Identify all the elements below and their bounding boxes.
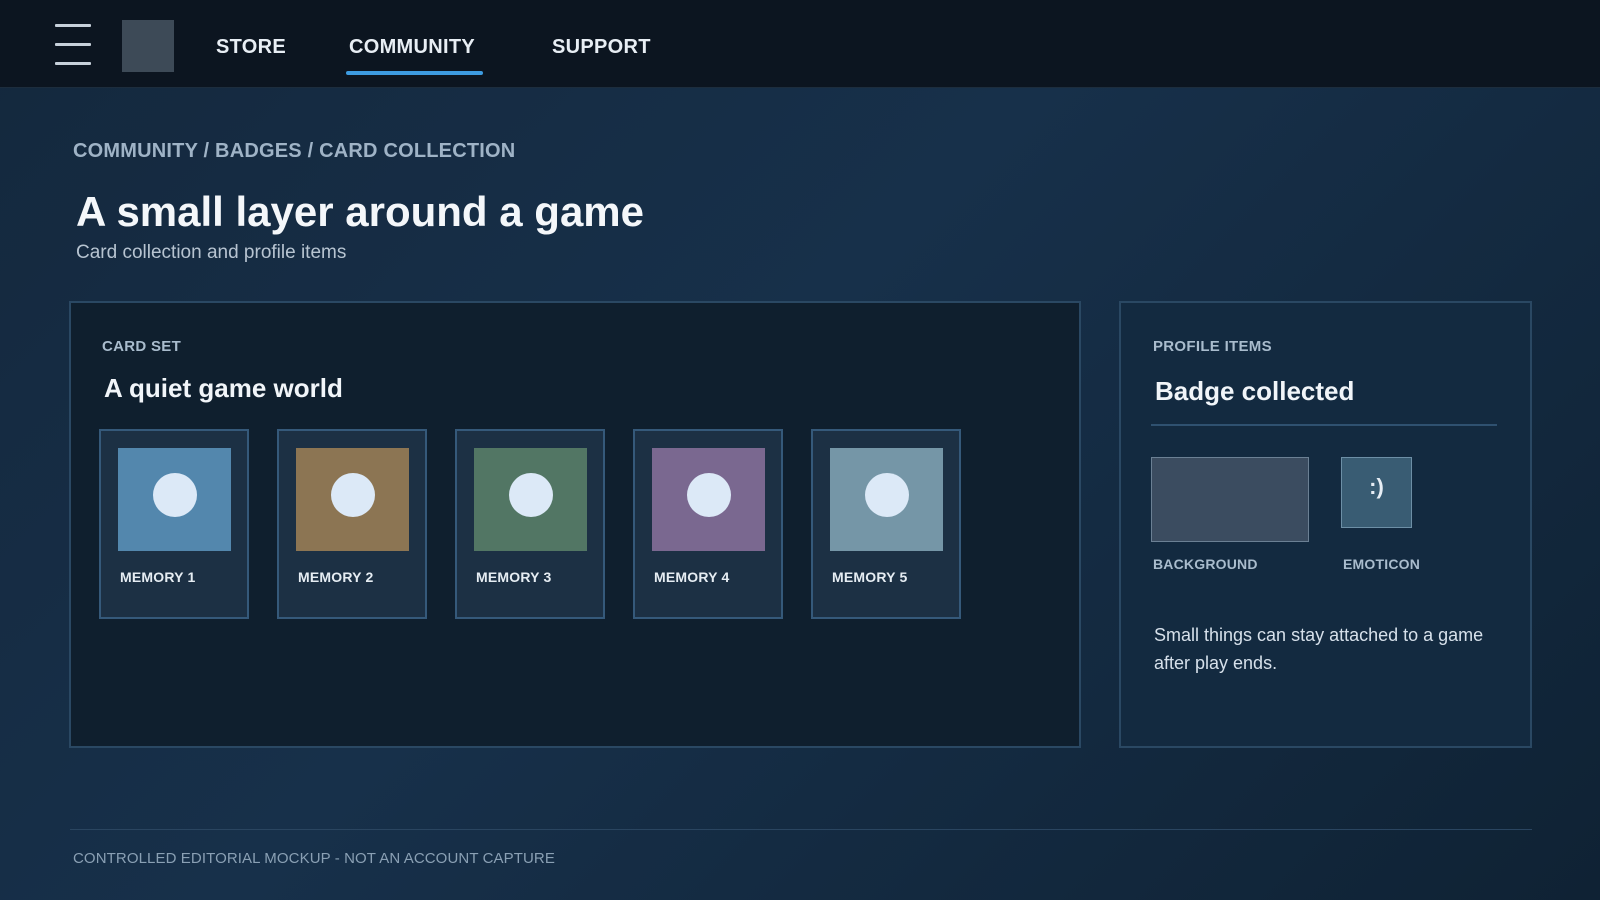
card-name: MEMORY 3 — [476, 569, 552, 585]
card-name: MEMORY 2 — [298, 569, 374, 585]
breadcrumb-separator: / — [307, 140, 320, 162]
profile-items-panel: PROFILE ITEMS Badge collected :) BACKGRO… — [1119, 301, 1532, 748]
circle-icon — [687, 473, 731, 517]
card-art — [118, 448, 231, 551]
nav-community[interactable]: COMMUNITY — [349, 36, 475, 59]
circle-icon — [153, 473, 197, 517]
card-name: MEMORY 1 — [120, 569, 196, 585]
card-memory-3[interactable]: MEMORY 3 — [455, 429, 605, 619]
breadcrumb-current: CARD COLLECTION — [319, 140, 516, 162]
footer-disclaimer: CONTROLLED EDITORIAL MOCKUP - NOT AN ACC… — [73, 850, 555, 867]
card-memory-5[interactable]: MEMORY 5 — [811, 429, 961, 619]
background-item-thumbnail[interactable] — [1151, 457, 1309, 542]
card-memory-2[interactable]: MEMORY 2 — [277, 429, 427, 619]
breadcrumb-separator: / — [203, 140, 216, 162]
nav-support[interactable]: SUPPORT — [552, 36, 651, 59]
divider — [1151, 424, 1497, 426]
card-memory-1[interactable]: MEMORY 1 — [99, 429, 249, 619]
breadcrumb: COMMUNITY / BADGES / CARD COLLECTION — [73, 140, 515, 163]
card-memory-4[interactable]: MEMORY 4 — [633, 429, 783, 619]
top-navigation-bar: STORE COMMUNITY SUPPORT — [0, 0, 1600, 88]
active-nav-indicator — [346, 71, 483, 75]
card-art — [830, 448, 943, 551]
card-art — [296, 448, 409, 551]
footer-divider — [70, 829, 1532, 830]
background-caption: BACKGROUND — [1153, 556, 1258, 572]
card-set-label: CARD SET — [102, 338, 182, 355]
page-subtitle: Card collection and profile items — [76, 242, 347, 263]
page-title: A small layer around a game — [76, 188, 645, 235]
profile-items-title: Badge collected — [1155, 376, 1355, 406]
card-name: MEMORY 4 — [654, 569, 730, 585]
breadcrumb-community[interactable]: COMMUNITY — [73, 140, 198, 162]
emoticon-caption: EMOTICON — [1343, 556, 1421, 572]
breadcrumb-badges[interactable]: BADGES — [215, 140, 302, 162]
logo[interactable] — [122, 20, 174, 72]
profile-items-description: Small things can stay attached to a game… — [1154, 625, 1484, 673]
emoticon-item[interactable]: :) — [1341, 457, 1412, 528]
circle-icon — [331, 473, 375, 517]
circle-icon — [865, 473, 909, 517]
card-set-title: A quiet game world — [104, 373, 343, 403]
card-art — [652, 448, 765, 551]
card-art — [474, 448, 587, 551]
menu-icon[interactable] — [55, 24, 91, 66]
card-set-panel: CARD SET A quiet game world MEMORY 1 MEM… — [69, 301, 1081, 748]
nav-store[interactable]: STORE — [216, 36, 286, 59]
profile-items-label: PROFILE ITEMS — [1153, 338, 1272, 355]
circle-icon — [509, 473, 553, 517]
card-name: MEMORY 5 — [832, 569, 908, 585]
